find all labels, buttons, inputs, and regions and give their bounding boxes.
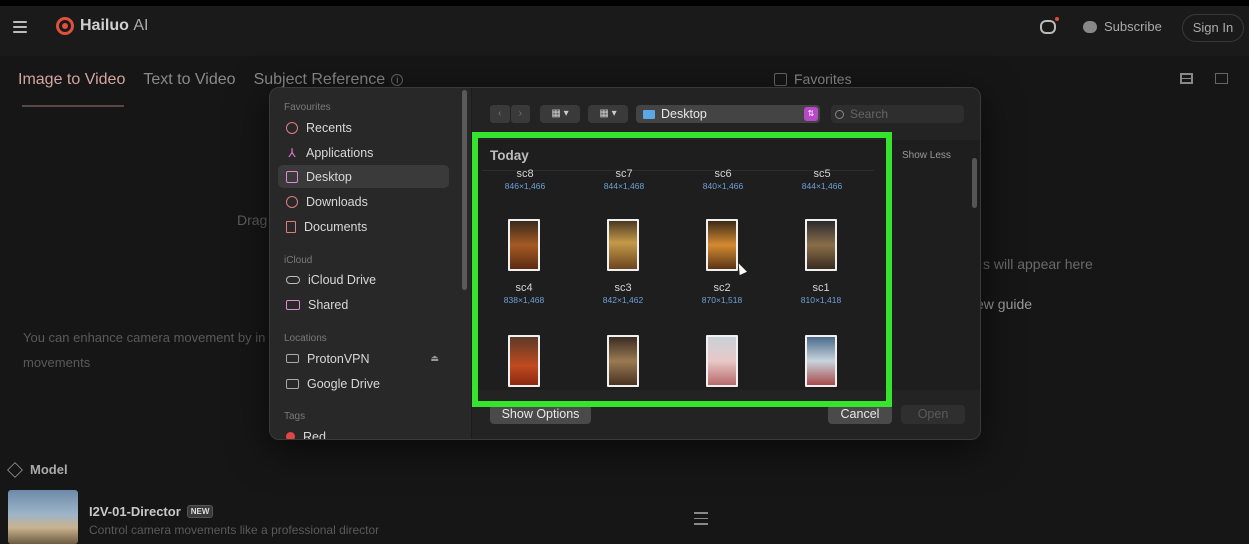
empty-state-text: s will appear here xyxy=(983,256,1093,272)
new-badge: NEW xyxy=(186,505,214,518)
sidebar-item-google-drive[interactable]: Google Drive xyxy=(278,372,449,395)
shared-folder-icon xyxy=(286,299,300,310)
location-popup[interactable]: Desktop ⇅ xyxy=(636,105,820,123)
sidebar-item-shared[interactable]: Shared xyxy=(278,293,449,316)
sidebar-item-protonvpn[interactable]: ProtonVPN ⏏ xyxy=(278,347,449,370)
sidebar-item-desktop[interactable]: Desktop xyxy=(278,165,449,188)
highlight-box xyxy=(472,132,892,407)
cloud-icon xyxy=(286,275,300,284)
active-tab-indicator xyxy=(22,105,124,107)
sidebar-scrollbar[interactable] xyxy=(462,90,467,290)
favorites-checkbox[interactable] xyxy=(774,72,787,86)
sidebar-item-recents[interactable]: Recents xyxy=(278,116,449,139)
favourites-header: Favourites xyxy=(284,102,331,113)
eject-icon[interactable]: ⏏ xyxy=(430,353,439,364)
cube-icon xyxy=(7,461,23,478)
search-placeholder: Search xyxy=(850,107,889,121)
download-icon xyxy=(286,195,298,208)
menu-icon[interactable] xyxy=(13,21,27,33)
content-scrollbar[interactable] xyxy=(972,158,977,208)
model-name[interactable]: I2V-01-Director NEW xyxy=(89,504,214,519)
sliders-icon[interactable] xyxy=(694,512,708,525)
panel-view-icon[interactable] xyxy=(1215,73,1228,84)
subscribe-icon xyxy=(1083,20,1097,33)
drive-icon xyxy=(286,354,299,363)
tab-image-to-video[interactable]: Image to Video xyxy=(18,71,125,89)
clock-icon xyxy=(286,121,298,134)
subscribe-label: Subscribe xyxy=(1104,19,1162,34)
forward-button[interactable]: › xyxy=(510,105,530,123)
guide-link[interactable]: ew guide xyxy=(976,296,1032,312)
sidebar-item-documents[interactable]: Documents xyxy=(278,215,449,238)
open-button[interactable]: Open xyxy=(901,405,965,424)
tags-header: Tags xyxy=(284,411,306,422)
notification-icon[interactable] xyxy=(1040,17,1059,34)
group-view-button[interactable]: ▦ ▾ xyxy=(588,105,628,123)
favorites-toggle[interactable]: Favorites xyxy=(774,71,852,87)
show-less-link[interactable]: Show Less xyxy=(902,150,951,161)
desktop-icon xyxy=(286,170,298,183)
icon-view-button[interactable]: ▦ ▾ xyxy=(540,105,580,123)
favorites-label: Favorites xyxy=(794,71,852,87)
logo-text: Hailuo AI xyxy=(80,17,149,34)
model-description: Control camera movements like a professi… xyxy=(89,523,380,537)
location-label: Desktop xyxy=(661,107,707,121)
drag-text: Drag xyxy=(237,212,268,228)
sign-in-button[interactable]: Sign In xyxy=(1182,14,1244,42)
top-bar: Hailuo AI Subscribe Sign In xyxy=(0,0,1249,56)
back-button[interactable]: ‹ xyxy=(490,105,510,123)
sidebar-item-downloads[interactable]: Downloads xyxy=(278,190,449,213)
cancel-button[interactable]: Cancel xyxy=(828,405,892,424)
model-thumbnail[interactable] xyxy=(8,490,78,544)
sidebar-item-applications[interactable]: ⅄ Applications xyxy=(278,141,449,164)
show-options-button[interactable]: Show Options xyxy=(490,405,591,424)
logo-icon xyxy=(56,17,74,35)
folder-icon xyxy=(286,378,299,389)
subscribe-button[interactable]: Subscribe xyxy=(1083,19,1162,34)
icloud-header: iCloud xyxy=(284,255,313,266)
chevron-updown-icon: ⇅ xyxy=(804,107,818,121)
info-icon[interactable]: i xyxy=(391,73,404,86)
search-input[interactable]: Search xyxy=(831,105,964,123)
logo[interactable]: Hailuo AI xyxy=(56,17,148,35)
grid-view-icon[interactable] xyxy=(1180,73,1193,84)
back-forward-buttons: ‹ › xyxy=(490,105,530,123)
sidebar-item-tag-red[interactable]: Red xyxy=(278,425,449,439)
locations-header: Locations xyxy=(284,333,327,344)
tab-text-to-video[interactable]: Text to Video xyxy=(143,71,235,89)
red-tag-icon xyxy=(286,432,295,439)
document-icon xyxy=(286,220,296,233)
dialog-sidebar: Favourites Recents ⅄ Applications Desktop… xyxy=(270,88,472,439)
model-section-header: Model xyxy=(7,461,68,478)
applications-icon: ⅄ xyxy=(288,145,296,160)
folder-icon xyxy=(643,109,655,119)
sidebar-item-icloud-drive[interactable]: iCloud Drive xyxy=(278,268,449,291)
search-icon xyxy=(835,109,844,119)
